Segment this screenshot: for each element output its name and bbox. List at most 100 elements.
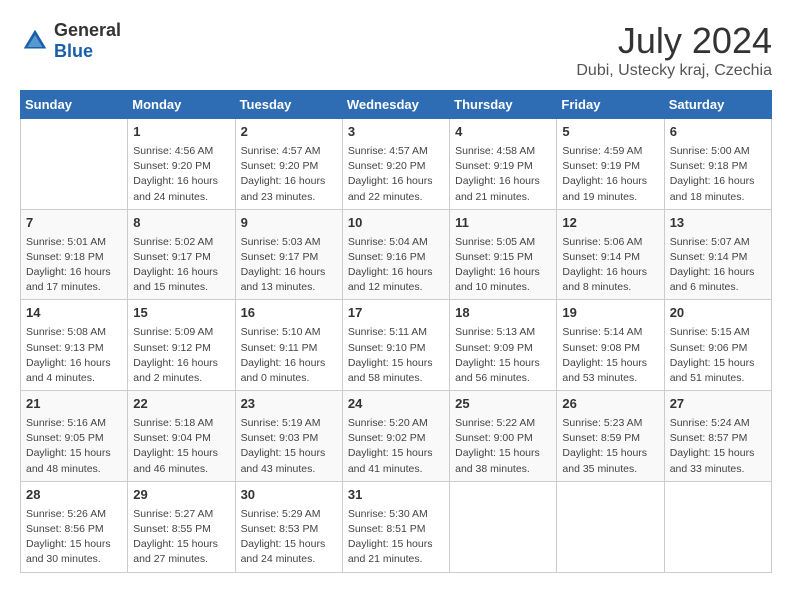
calendar-cell: 23Sunrise: 5:19 AM Sunset: 9:03 PM Dayli… [235,391,342,482]
day-number: 13 [670,214,766,233]
calendar-cell: 21Sunrise: 5:16 AM Sunset: 9:05 PM Dayli… [21,391,128,482]
day-number: 27 [670,395,766,414]
day-info: Sunrise: 4:56 AM Sunset: 9:20 PM Dayligh… [133,144,229,205]
calendar-cell: 25Sunrise: 5:22 AM Sunset: 9:00 PM Dayli… [450,391,557,482]
calendar-cell: 17Sunrise: 5:11 AM Sunset: 9:10 PM Dayli… [342,300,449,391]
day-info: Sunrise: 4:57 AM Sunset: 9:20 PM Dayligh… [348,144,444,205]
day-number: 30 [241,486,337,505]
day-number: 10 [348,214,444,233]
calendar-cell [557,481,664,572]
day-info: Sunrise: 5:14 AM Sunset: 9:08 PM Dayligh… [562,325,658,386]
calendar-cell: 15 Sunrise: 5:09 AM Sunset: 9:12 PM Dayli… [128,300,235,391]
header-day-thursday: Thursday [450,91,557,119]
day-number: 16 [241,304,337,323]
calendar-cell: 9 Sunrise: 5:03 AM Sunset: 9:17 PM Daylig… [235,209,342,300]
day-info: Sunrise: 5:29 AM Sunset: 8:53 PM Dayligh… [241,507,337,568]
header-day-saturday: Saturday [664,91,771,119]
day-number: 26 [562,395,658,414]
calendar-cell: 6 Sunrise: 5:00 AM Sunset: 9:18 PM Daylig… [664,119,771,210]
day-info: Sunrise: 5:10 AM Sunset: 9:11 PM Dayligh… [241,325,337,386]
logo-text: General Blue [54,20,121,62]
day-info: Sunrise: 5:24 AM Sunset: 8:57 PM Dayligh… [670,416,766,477]
day-number: 3 [348,123,444,142]
day-number: 2 [241,123,337,142]
calendar-cell: 22Sunrise: 5:18 AM Sunset: 9:04 PM Dayli… [128,391,235,482]
logo-icon [20,26,50,56]
day-info: Sunrise: 5:05 AM Sunset: 9:15 PM Dayligh… [455,235,551,296]
calendar-cell: 3 Sunrise: 4:57 AM Sunset: 9:20 PM Daylig… [342,119,449,210]
day-info: Sunrise: 5:06 AM Sunset: 9:14 PM Dayligh… [562,235,658,296]
day-info: Sunrise: 5:09 AM Sunset: 9:12 PM Dayligh… [133,325,229,386]
calendar-cell: 14 Sunrise: 5:08 AM Sunset: 9:13 PM Dayli… [21,300,128,391]
header-row: SundayMondayTuesdayWednesdayThursdayFrid… [21,91,772,119]
day-number: 9 [241,214,337,233]
logo-general-text: General [54,20,121,41]
day-info: Sunrise: 5:01 AM Sunset: 9:18 PM Dayligh… [26,235,122,296]
calendar-cell: 8 Sunrise: 5:02 AM Sunset: 9:17 PM Daylig… [128,209,235,300]
calendar-cell: 27 Sunrise: 5:24 AM Sunset: 8:57 PM Dayli… [664,391,771,482]
calendar-cell: 26 Sunrise: 5:23 AM Sunset: 8:59 PM Dayli… [557,391,664,482]
calendar-cell: 18Sunrise: 5:13 AM Sunset: 9:09 PM Dayli… [450,300,557,391]
day-info: Sunrise: 5:08 AM Sunset: 9:13 PM Dayligh… [26,325,122,386]
calendar-cell: 30 Sunrise: 5:29 AM Sunset: 8:53 PM Dayli… [235,481,342,572]
day-info: Sunrise: 5:23 AM Sunset: 8:59 PM Dayligh… [562,416,658,477]
header-day-wednesday: Wednesday [342,91,449,119]
calendar-cell [21,119,128,210]
day-info: Sunrise: 5:02 AM Sunset: 9:17 PM Dayligh… [133,235,229,296]
calendar-title: July 2024 [576,20,772,62]
day-info: Sunrise: 4:57 AM Sunset: 9:20 PM Dayligh… [241,144,337,205]
calendar-cell: 11Sunrise: 5:05 AM Sunset: 9:15 PM Dayli… [450,209,557,300]
week-row-3: 14 Sunrise: 5:08 AM Sunset: 9:13 PM Dayli… [21,300,772,391]
day-info: Sunrise: 5:18 AM Sunset: 9:04 PM Dayligh… [133,416,229,477]
day-info: Sunrise: 5:03 AM Sunset: 9:17 PM Dayligh… [241,235,337,296]
day-number: 5 [562,123,658,142]
day-number: 24 [348,395,444,414]
header-day-friday: Friday [557,91,664,119]
calendar-cell: 31 Sunrise: 5:30 AM Sunset: 8:51 PM Dayli… [342,481,449,572]
calendar-cell [664,481,771,572]
day-number: 20 [670,304,766,323]
day-number: 6 [670,123,766,142]
day-info: Sunrise: 5:27 AM Sunset: 8:55 PM Dayligh… [133,507,229,568]
day-number: 15 [133,304,229,323]
day-info: Sunrise: 5:26 AM Sunset: 8:56 PM Dayligh… [26,507,122,568]
week-row-2: 7 Sunrise: 5:01 AM Sunset: 9:18 PM Daylig… [21,209,772,300]
day-number: 8 [133,214,229,233]
calendar-cell: 28 Sunrise: 5:26 AM Sunset: 8:56 PM Dayli… [21,481,128,572]
calendar-cell: 7 Sunrise: 5:01 AM Sunset: 9:18 PM Daylig… [21,209,128,300]
week-row-1: 1Sunrise: 4:56 AM Sunset: 9:20 PM Daylig… [21,119,772,210]
day-number: 25 [455,395,551,414]
calendar-cell: 20 Sunrise: 5:15 AM Sunset: 9:06 PM Dayli… [664,300,771,391]
week-row-5: 28 Sunrise: 5:26 AM Sunset: 8:56 PM Dayli… [21,481,772,572]
day-info: Sunrise: 5:15 AM Sunset: 9:06 PM Dayligh… [670,325,766,386]
day-number: 23 [241,395,337,414]
day-number: 4 [455,123,551,142]
day-number: 7 [26,214,122,233]
logo: General Blue [20,20,121,62]
day-number: 31 [348,486,444,505]
page-header: General Blue July 2024 Dubi, Ustecky kra… [20,20,772,80]
calendar-cell: 1Sunrise: 4:56 AM Sunset: 9:20 PM Daylig… [128,119,235,210]
calendar-cell: 12Sunrise: 5:06 AM Sunset: 9:14 PM Dayli… [557,209,664,300]
day-info: Sunrise: 5:13 AM Sunset: 9:09 PM Dayligh… [455,325,551,386]
day-number: 28 [26,486,122,505]
calendar-cell: 2 Sunrise: 4:57 AM Sunset: 9:20 PM Daylig… [235,119,342,210]
calendar-cell: 19 Sunrise: 5:14 AM Sunset: 9:08 PM Dayli… [557,300,664,391]
week-row-4: 21Sunrise: 5:16 AM Sunset: 9:05 PM Dayli… [21,391,772,482]
day-number: 17 [348,304,444,323]
day-info: Sunrise: 5:30 AM Sunset: 8:51 PM Dayligh… [348,507,444,568]
calendar-cell: 16 Sunrise: 5:10 AM Sunset: 9:11 PM Dayli… [235,300,342,391]
day-number: 14 [26,304,122,323]
calendar-cell: 29 Sunrise: 5:27 AM Sunset: 8:55 PM Dayli… [128,481,235,572]
calendar-cell: 5Sunrise: 4:59 AM Sunset: 9:19 PM Daylig… [557,119,664,210]
day-info: Sunrise: 5:00 AM Sunset: 9:18 PM Dayligh… [670,144,766,205]
calendar-cell: 13 Sunrise: 5:07 AM Sunset: 9:14 PM Dayli… [664,209,771,300]
day-number: 21 [26,395,122,414]
day-info: Sunrise: 5:07 AM Sunset: 9:14 PM Dayligh… [670,235,766,296]
title-block: July 2024 Dubi, Ustecky kraj, Czechia [576,20,772,80]
calendar-cell: 24Sunrise: 5:20 AM Sunset: 9:02 PM Dayli… [342,391,449,482]
day-number: 19 [562,304,658,323]
day-info: Sunrise: 4:58 AM Sunset: 9:19 PM Dayligh… [455,144,551,205]
day-number: 29 [133,486,229,505]
logo-blue-text: Blue [54,41,121,62]
